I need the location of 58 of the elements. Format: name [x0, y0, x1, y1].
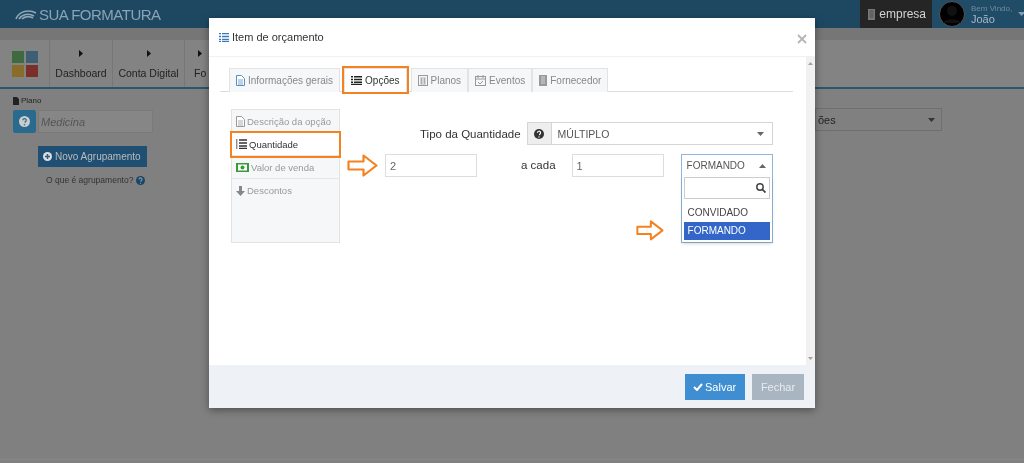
caret-icon: [1018, 12, 1024, 16]
tab[interactable]: Opções: [344, 68, 407, 92]
per-field[interactable]: 1: [571, 154, 664, 177]
help-icon: [19, 116, 30, 127]
help-icon: [534, 128, 545, 139]
play-icon: [198, 50, 203, 57]
field-label: Plano: [21, 96, 42, 105]
help-link[interactable]: O que é agrupamento?: [46, 175, 134, 185]
search-icon: [755, 183, 766, 193]
greeting-text: Bem Vindo,: [971, 3, 1013, 14]
save-button[interactable]: Salvar: [685, 373, 745, 400]
field-label: a cada: [521, 158, 556, 173]
plus-circle-icon: [43, 152, 52, 161]
building-icon: [539, 75, 548, 86]
caret-icon: [756, 131, 764, 136]
banknote-icon: [236, 162, 249, 172]
caret-icon: [928, 117, 935, 122]
company-button[interactable]: empresa: [860, 0, 932, 28]
dropdown-option[interactable]: CONVIDADO: [683, 204, 770, 222]
down-arrow-icon: [236, 185, 245, 196]
nav-item[interactable]: Conta Digital: [113, 40, 185, 87]
calendar-icon: [475, 75, 487, 86]
side-menu-item[interactable]: Quantidade: [232, 133, 339, 156]
play-icon: [146, 50, 151, 57]
avatar-icon: [939, 1, 965, 27]
document-icon: [236, 75, 245, 86]
tab[interactable]: Eventos: [468, 68, 533, 92]
help-button[interactable]: [13, 110, 36, 133]
tab[interactable]: Fornecedor: [532, 68, 609, 92]
help-icon: [136, 175, 146, 185]
search-field[interactable]: [683, 177, 770, 199]
tab[interactable]: Informações gerais: [229, 68, 341, 92]
check-icon: [693, 382, 703, 391]
list-icon: [351, 76, 363, 85]
logo-text: SUA FORMATURA: [39, 5, 161, 23]
unit-select[interactable]: FORMANDO: [681, 155, 772, 176]
document-icon: [236, 115, 245, 127]
field-label: Tipo da Quantidade: [420, 127, 521, 140]
building-icon: [868, 8, 876, 20]
dialog-title: Item de orçamento: [232, 31, 324, 43]
play-icon: [79, 50, 83, 57]
amount-field[interactable]: 2: [385, 154, 477, 177]
tab[interactable]: Planos: [410, 68, 469, 92]
logo-icon: [15, 8, 37, 20]
nav-item[interactable]: Dashboard: [50, 40, 113, 87]
ordered-list-icon: [236, 139, 247, 149]
caret-icon: [758, 163, 766, 168]
app-grid-icon: [11, 50, 38, 77]
quantity-type-select[interactable]: MÚLTIPLO: [526, 122, 773, 145]
select-field[interactable]: ões: [815, 108, 942, 131]
close-icon: [797, 34, 807, 44]
list-icon: [219, 32, 229, 42]
dropdown-option[interactable]: FORMANDO: [683, 222, 770, 240]
user-menu[interactable]: Bem Vindo, João: [932, 0, 1024, 28]
calculator-icon: [417, 75, 428, 86]
document-icon: [13, 96, 19, 105]
user-name: João: [971, 14, 996, 25]
new-group-button[interactable]: Novo Agrupamento: [38, 146, 147, 167]
